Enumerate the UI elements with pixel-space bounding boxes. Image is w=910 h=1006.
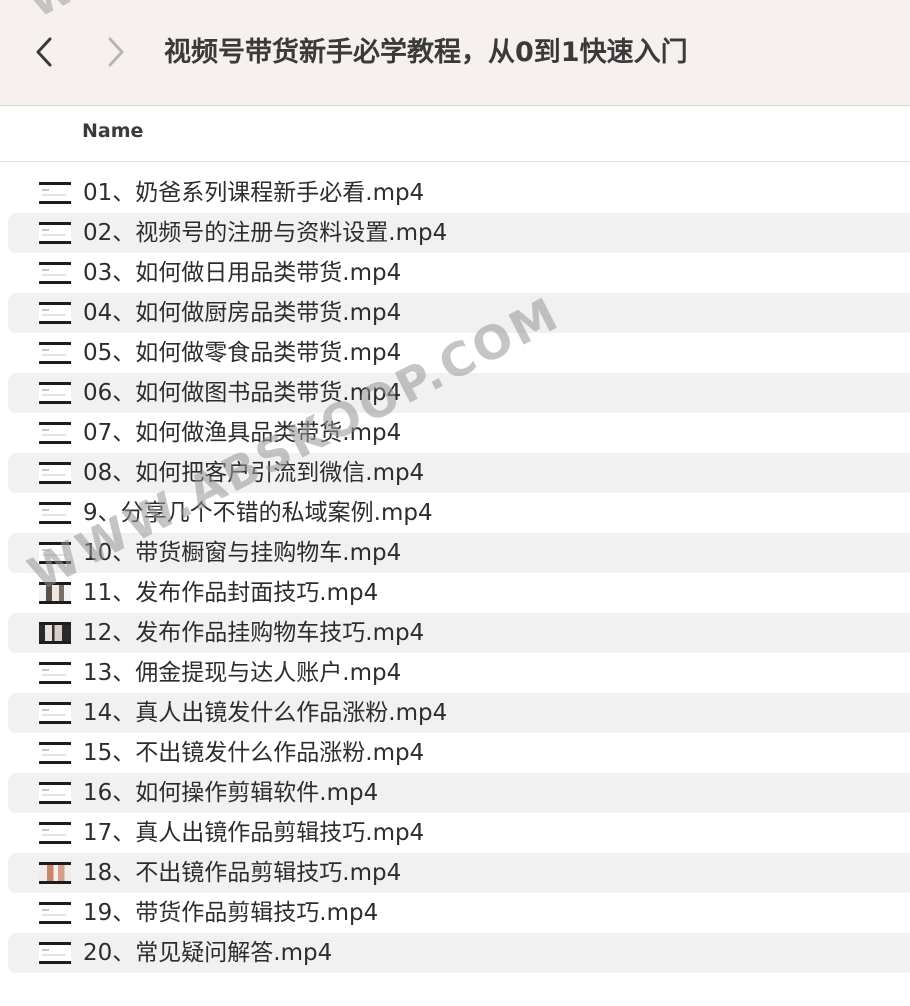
file-name: 02、视频号的注册与资料设置.mp4 xyxy=(83,220,448,246)
video-thumbnail-icon xyxy=(39,422,71,444)
video-thumbnail-icon xyxy=(39,742,71,764)
file-name: 03、如何做日用品类带货.mp4 xyxy=(83,260,402,286)
file-name: 12、发布作品挂购物车技巧.mp4 xyxy=(83,620,425,646)
file-row[interactable]: 08、如何把客户引流到微信.mp4 xyxy=(8,453,910,493)
video-thumbnail-icon xyxy=(39,222,71,244)
column-header: Name xyxy=(0,106,910,162)
video-thumbnail-icon xyxy=(39,542,71,564)
file-name: 17、真人出镜作品剪辑技巧.mp4 xyxy=(83,820,425,846)
forward-button[interactable] xyxy=(96,30,136,74)
video-thumbnail-icon xyxy=(39,382,71,404)
file-row[interactable]: 01、奶爸系列课程新手必看.mp4 xyxy=(8,173,910,213)
file-row[interactable]: 12、发布作品挂购物车技巧.mp4 xyxy=(8,613,910,653)
video-thumbnail-icon xyxy=(39,662,71,684)
video-thumbnail-icon xyxy=(39,782,71,804)
file-row[interactable]: 20、常见疑问解答.mp4 xyxy=(8,933,910,973)
file-row[interactable]: 15、不出镜发什么作品涨粉.mp4 xyxy=(8,733,910,773)
file-row[interactable]: 07、如何做渔具品类带货.mp4 xyxy=(8,413,910,453)
file-row[interactable]: 19、带货作品剪辑技巧.mp4 xyxy=(8,893,910,933)
file-row[interactable]: 18、不出镜作品剪辑技巧.mp4 xyxy=(8,853,910,893)
file-name: 20、常见疑问解答.mp4 xyxy=(83,940,333,966)
video-thumbnail-icon xyxy=(39,702,71,724)
chevron-right-icon xyxy=(108,37,124,67)
file-name: 14、真人出镜发什么作品涨粉.mp4 xyxy=(83,700,448,726)
back-button[interactable] xyxy=(24,30,64,74)
file-list: 01、奶爸系列课程新手必看.mp4 02、视频号的注册与资料设置.mp4 03、如何… xyxy=(0,173,910,973)
file-name: 19、带货作品剪辑技巧.mp4 xyxy=(83,900,379,926)
video-thumbnail-icon xyxy=(39,822,71,844)
video-thumbnail-icon xyxy=(39,502,71,524)
video-thumbnail-icon xyxy=(39,862,71,884)
video-thumbnail-icon xyxy=(39,262,71,284)
video-thumbnail-icon xyxy=(39,622,71,644)
file-name: 13、佣金提现与达人账户.mp4 xyxy=(83,660,402,686)
window-title: 视频号带货新手必学教程，从0到1快速入门 xyxy=(164,37,688,68)
file-row[interactable]: 10、带货橱窗与挂购物车.mp4 xyxy=(8,533,910,573)
title-bar: 视频号带货新手必学教程，从0到1快速入门 xyxy=(0,0,910,106)
name-column-header[interactable]: Name xyxy=(82,120,143,142)
file-row[interactable]: 05、如何做零食品类带货.mp4 xyxy=(8,333,910,373)
file-row[interactable]: 11、发布作品封面技巧.mp4 xyxy=(8,573,910,613)
file-row[interactable]: 03、如何做日用品类带货.mp4 xyxy=(8,253,910,293)
video-thumbnail-icon xyxy=(39,302,71,324)
file-row[interactable]: 9、分享几个不错的私域案例.mp4 xyxy=(8,493,910,533)
video-thumbnail-icon xyxy=(39,902,71,924)
file-name: 01、奶爸系列课程新手必看.mp4 xyxy=(83,180,425,206)
file-row[interactable]: 16、如何操作剪辑软件.mp4 xyxy=(8,773,910,813)
file-name: 06、如何做图书品类带货.mp4 xyxy=(83,380,402,406)
video-thumbnail-icon xyxy=(39,462,71,484)
video-thumbnail-icon xyxy=(39,342,71,364)
file-row[interactable]: 02、视频号的注册与资料设置.mp4 xyxy=(8,213,910,253)
file-name: 05、如何做零食品类带货.mp4 xyxy=(83,340,402,366)
file-row[interactable]: 13、佣金提现与达人账户.mp4 xyxy=(8,653,910,693)
file-name: 9、分享几个不错的私域案例.mp4 xyxy=(83,500,433,526)
file-row[interactable]: 14、真人出镜发什么作品涨粉.mp4 xyxy=(8,693,910,733)
file-name: 08、如何把客户引流到微信.mp4 xyxy=(83,460,425,486)
chevron-left-icon xyxy=(36,37,52,67)
video-thumbnail-icon xyxy=(39,182,71,204)
file-name: 04、如何做厨房品类带货.mp4 xyxy=(83,300,402,326)
file-name: 10、带货橱窗与挂购物车.mp4 xyxy=(83,540,402,566)
file-row[interactable]: 17、真人出镜作品剪辑技巧.mp4 xyxy=(8,813,910,853)
file-name: 16、如何操作剪辑软件.mp4 xyxy=(83,780,379,806)
file-name: 11、发布作品封面技巧.mp4 xyxy=(83,580,379,606)
file-name: 15、不出镜发什么作品涨粉.mp4 xyxy=(83,740,425,766)
finder-window: 视频号带货新手必学教程，从0到1快速入门 Name 01、奶爸系列课程新手必看.… xyxy=(0,0,910,1006)
video-thumbnail-icon xyxy=(39,582,71,604)
video-thumbnail-icon xyxy=(39,942,71,964)
file-row[interactable]: 06、如何做图书品类带货.mp4 xyxy=(8,373,910,413)
file-row[interactable]: 04、如何做厨房品类带货.mp4 xyxy=(8,293,910,333)
file-name: 18、不出镜作品剪辑技巧.mp4 xyxy=(83,860,402,886)
file-name: 07、如何做渔具品类带货.mp4 xyxy=(83,420,402,446)
